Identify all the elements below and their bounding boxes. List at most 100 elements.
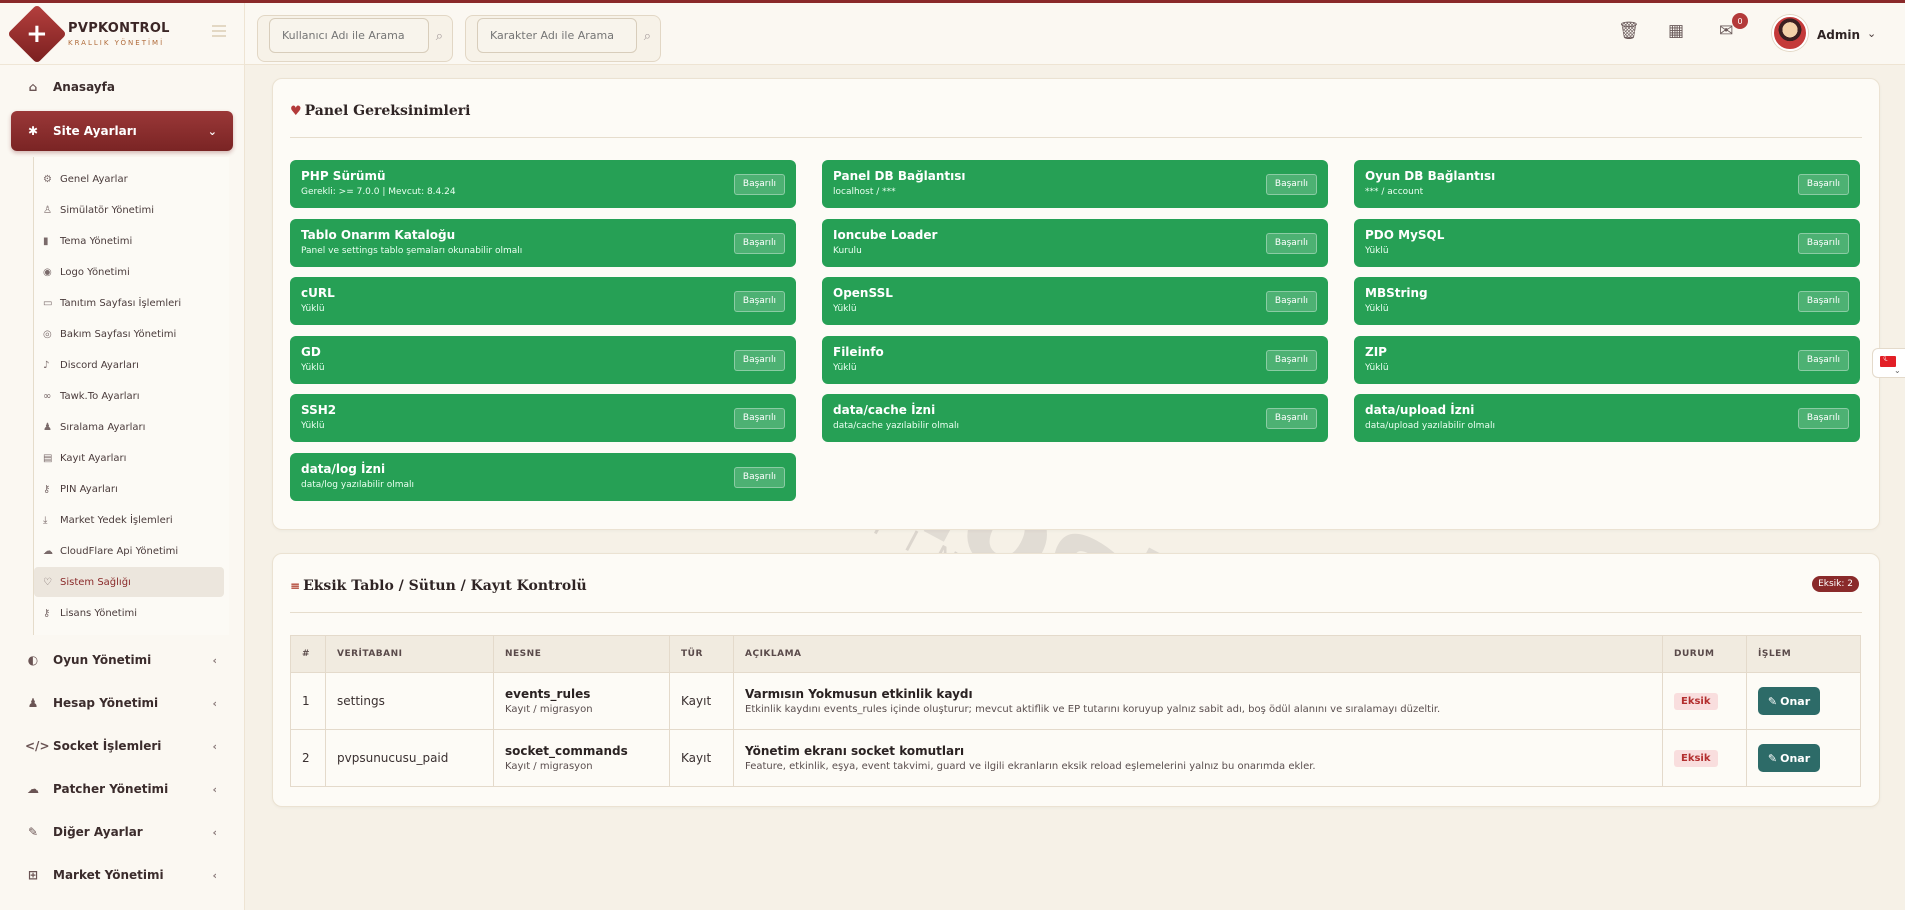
- chevron-left-icon: ‹: [212, 868, 217, 882]
- sidebar-item-label: Oyun Yönetimi: [53, 653, 152, 667]
- sidebar-item-label: Patcher Yönetimi: [53, 782, 169, 796]
- row-number: 1: [290, 672, 326, 730]
- requirement-status-badge: Başarılı: [1797, 291, 1849, 312]
- requirement-desc: Kurulu: [833, 246, 862, 256]
- repair-button[interactable]: ✎ Onar: [1758, 744, 1820, 772]
- status-badge: Eksik: [1674, 749, 1718, 767]
- search-icon[interactable]: ⌕: [436, 29, 443, 44]
- trash-icon[interactable]: 🗑︎: [1618, 21, 1640, 41]
- sidebar-item-game[interactable]: ◐ Oyun Yönetimi ‹: [11, 640, 233, 680]
- sidebar-sub-maintenance[interactable]: ◎ Bakım Sayfası Yönetimi: [34, 319, 224, 349]
- requirement-status-badge: Başarılı: [1797, 408, 1849, 429]
- file-icon: ▮: [43, 235, 49, 247]
- row-status: Eksik: [1662, 672, 1747, 730]
- sub-label: Kayıt Ayarları: [60, 452, 127, 464]
- table-row: 1 settings events_rules Kayıt / migrasyo…: [290, 672, 1861, 730]
- description-text: Feature, etkinlik, eşya, event takvimi, …: [745, 761, 1316, 772]
- repair-button[interactable]: ✎ Onar: [1758, 687, 1820, 715]
- user-search: ⌕: [257, 15, 453, 62]
- sidebar-sub-register[interactable]: ▤ Kayıt Ayarları: [34, 443, 224, 473]
- avatar[interactable]: [1772, 15, 1808, 51]
- sidebar-sub-ranking[interactable]: ♟ Sıralama Ayarları: [34, 412, 224, 442]
- sidebar-sub-theme[interactable]: ▮ Tema Yönetimi: [34, 226, 224, 256]
- sidebar-sub-cloudflare[interactable]: ☁ CloudFlare Api Yönetimi: [34, 536, 224, 566]
- calendar-icon[interactable]: ▦: [1668, 21, 1684, 41]
- requirement-desc: Yüklü: [1365, 246, 1389, 256]
- gears-icon: ⚙: [43, 173, 52, 185]
- sidebar-sub-discord[interactable]: ♪ Discord Ayarları: [34, 350, 224, 380]
- divider: [290, 612, 1862, 613]
- chevron-down-icon[interactable]: ⌄: [1867, 27, 1876, 40]
- character-search-input[interactable]: [477, 18, 637, 53]
- sidebar-sub-license[interactable]: ⚷ Lisans Yönetimi: [34, 598, 224, 628]
- repair-label: Onar: [1780, 751, 1811, 765]
- heartbeat-icon: ♥: [290, 104, 302, 119]
- monitor-icon: ▭: [43, 297, 53, 309]
- wrench-icon: ✎: [1767, 751, 1778, 765]
- key-icon: ⚷: [43, 607, 51, 619]
- sidebar-item-patcher[interactable]: ☁ Patcher Yönetimi ‹: [11, 769, 233, 809]
- sidebar-item-label: Site Ayarları: [53, 124, 137, 138]
- sidebar-item-socket[interactable]: </> Socket İşlemleri ‹: [11, 726, 233, 766]
- mail-icon[interactable]: ✉: [1719, 21, 1733, 41]
- sidebar-sub-market-backup[interactable]: ⤓ Market Yedek İşlemleri: [34, 505, 224, 535]
- cart-icon: ⊞: [27, 868, 39, 882]
- sidebar-item-home[interactable]: ⌂ Anasayfa: [11, 67, 233, 107]
- sub-label: Tema Yönetimi: [60, 235, 133, 247]
- sidebar-sub-simulator[interactable]: ♙ Simülatör Yönetimi: [34, 195, 224, 225]
- sub-label: Genel Ayarlar: [60, 173, 128, 185]
- col-object: NESNE: [493, 635, 670, 673]
- sidebar-sub-system-health[interactable]: ♡ Sistem Sağlığı: [34, 567, 224, 597]
- sub-label: Lisans Yönetimi: [60, 607, 138, 619]
- row-type: Kayıt: [669, 729, 734, 787]
- sidebar-sub-general[interactable]: ⚙ Genel Ayarlar: [34, 164, 224, 194]
- chevron-down-icon: ⌄: [207, 124, 217, 138]
- sidebar-sub-logo[interactable]: ◉ Logo Yönetimi: [34, 257, 224, 287]
- requirement-name: data/cache İzni: [833, 403, 936, 417]
- object-name: events_rules: [505, 687, 591, 701]
- sidebar-item-other[interactable]: ✎ Diğer Ayarlar ‹: [11, 812, 233, 852]
- eye-icon: ◉: [43, 266, 52, 278]
- requirement-status-badge: Başarılı: [1797, 233, 1849, 254]
- sidebar-sub-pin[interactable]: ⚷ PIN Ayarları: [34, 474, 224, 504]
- requirement-item: data/log İzni data/log yazılabilir olmalı…: [290, 453, 796, 501]
- sidebar-item-site-settings[interactable]: ✱ Site Ayarları ⌄: [11, 111, 233, 151]
- brand-subtitle: KRALLIK YÖNETİMİ: [68, 38, 165, 47]
- eye-slash-icon: ◎: [43, 328, 52, 340]
- site-settings-submenu: ⚙ Genel Ayarlar ♙ Simülatör Yönetimi ▮ Tema…: [33, 157, 229, 635]
- requirement-name: Tablo Onarım Kataloğu: [301, 228, 456, 242]
- sub-label: CloudFlare Api Yönetimi: [60, 545, 179, 557]
- search-icon[interactable]: ⌕: [644, 29, 651, 44]
- requirement-status-badge: Başarılı: [1797, 350, 1849, 371]
- requirement-desc: data/upload yazılabilir olmalı: [1365, 421, 1495, 431]
- requirement-status-badge: Başarılı: [733, 291, 785, 312]
- requirement-status-badge: Başarılı: [1265, 233, 1317, 254]
- row-object: socket_commands Kayıt / migrasyon: [493, 729, 670, 787]
- requirement-name: data/upload İzni: [1365, 403, 1475, 417]
- menu-toggle-icon[interactable]: [212, 25, 226, 37]
- sidebar-item-market[interactable]: ⊞ Market Yönetimi ‹: [11, 855, 233, 895]
- requirement-item: MBString Yüklü Başarılı: [1354, 277, 1860, 325]
- row-type: Kayıt: [669, 672, 734, 730]
- brand-logo-icon: +: [7, 3, 67, 64]
- requirement-desc: Gerekli: >= 7.0.0 | Mevcut: 8.4.24: [301, 187, 456, 197]
- requirement-desc: Yüklü: [301, 304, 325, 314]
- user-search-input[interactable]: [269, 18, 429, 53]
- user-name[interactable]: Admin: [1817, 28, 1860, 42]
- requirement-name: MBString: [1365, 286, 1428, 300]
- requirement-item: data/upload İzni data/upload yazılabilir …: [1354, 394, 1860, 442]
- requirement-desc: Yüklü: [1365, 304, 1389, 314]
- sidebar-sub-intro[interactable]: ▭ Tanıtım Sayfası İşlemleri: [34, 288, 224, 318]
- sidebar-item-account[interactable]: ♟ Hesap Yönetimi ‹: [11, 683, 233, 723]
- sub-label: Discord Ayarları: [60, 359, 139, 371]
- requirement-desc: *** / account: [1365, 187, 1424, 197]
- brand[interactable]: + PVPKONTROL KRALLIK YÖNETİMİ: [0, 3, 244, 65]
- sidebar-sub-tawk[interactable]: ∞ Tawk.To Ayarları: [34, 381, 224, 411]
- sub-label: Bakım Sayfası Yönetimi: [60, 328, 177, 340]
- requirement-desc: data/log yazılabilir olmalı: [301, 480, 415, 490]
- sub-label: PIN Ayarları: [60, 483, 118, 495]
- language-selector[interactable]: ⌄: [1872, 348, 1905, 378]
- card-title: ♥ Panel Gereksinimleri: [290, 103, 470, 119]
- chevron-left-icon: ‹: [212, 825, 217, 839]
- chevron-down-icon: ⌄: [1894, 366, 1901, 375]
